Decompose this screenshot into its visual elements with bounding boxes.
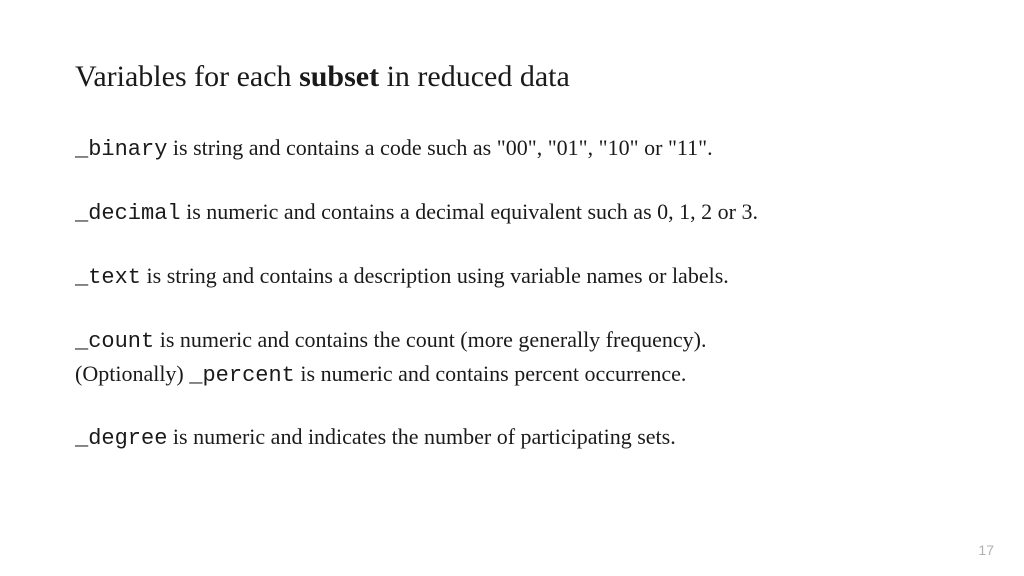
desc-decimal: is numeric and contains a decimal equiva… <box>181 199 758 224</box>
entry-decimal: _decimal is numeric and contains a decim… <box>75 196 949 230</box>
percent-pre: (Optionally) <box>75 361 189 386</box>
entry-percent: (Optionally) _percent is numeric and con… <box>75 358 949 392</box>
entry-text: _text is string and contains a descripti… <box>75 260 949 294</box>
title-pre: Variables for each <box>75 60 299 93</box>
var-count: _count <box>75 329 154 354</box>
entry-count: _count is numeric and contains the count… <box>75 324 949 358</box>
var-percent: _percent <box>189 363 295 388</box>
desc-text: is string and contains a description usi… <box>141 263 729 288</box>
page-number: 17 <box>978 542 994 558</box>
title-post: in reduced data <box>379 60 570 93</box>
desc-percent: is numeric and contains percent occurren… <box>295 361 687 386</box>
var-binary: _binary <box>75 137 167 162</box>
desc-count: is numeric and contains the count (more … <box>154 327 706 352</box>
var-text: _text <box>75 265 141 290</box>
slide-title: Variables for each subset in reduced dat… <box>75 60 949 94</box>
entry-degree: _degree is numeric and indicates the num… <box>75 421 949 455</box>
desc-degree: is numeric and indicates the number of p… <box>167 424 675 449</box>
var-decimal: _decimal <box>75 201 181 226</box>
entry-binary: _binary is string and contains a code su… <box>75 132 949 166</box>
title-bold: subset <box>299 60 379 93</box>
var-degree: _degree <box>75 426 167 451</box>
desc-binary: is string and contains a code such as "0… <box>167 135 712 160</box>
